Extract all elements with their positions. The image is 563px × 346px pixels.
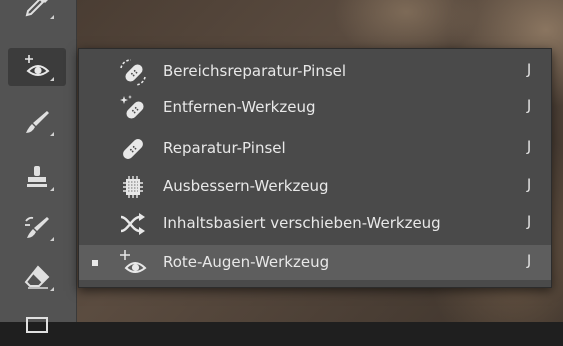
menu-item-remove-tool[interactable]: Entfernen-Werkzeug J <box>79 90 551 125</box>
remove-tool-icon <box>117 93 149 123</box>
brush-icon <box>26 111 49 133</box>
tool-stamp[interactable] <box>8 158 66 196</box>
menu-item-label: Inhaltsbasiert verschieben-Werkzeug <box>163 214 441 232</box>
eyedropper-icon <box>25 0 48 17</box>
tool-eyedropper[interactable] <box>8 0 66 24</box>
menu-item-red-eye-tool[interactable]: Rote-Augen-Werkzeug J <box>79 245 551 280</box>
gradient-icon <box>26 317 48 333</box>
selected-bullet-icon <box>92 260 98 266</box>
menu-item-healing-brush[interactable]: Reparatur-Pinsel J <box>79 131 551 166</box>
patch-tool-icon <box>117 172 149 202</box>
spot-healing-brush-icon <box>117 57 149 87</box>
menu-item-label: Bereichsreparatur-Pinsel <box>163 62 347 80</box>
menu-item-shortcut: J <box>527 214 532 230</box>
menu-item-label: Reparatur-Pinsel <box>163 139 286 157</box>
content-aware-move-icon <box>117 209 149 239</box>
red-eye-tool-icon <box>117 248 149 278</box>
menu-item-spot-healing-brush[interactable]: Bereichsreparatur-Pinsel J <box>79 54 551 89</box>
stamp-icon <box>27 166 47 187</box>
tool-red-eye[interactable] <box>8 48 66 86</box>
menu-item-patch-tool[interactable]: Ausbessern-Werkzeug J <box>79 169 551 204</box>
tool-brush[interactable] <box>8 103 66 141</box>
menu-item-label: Entfernen-Werkzeug <box>163 98 316 116</box>
menu-item-shortcut: J <box>527 98 532 114</box>
menu-item-shortcut: J <box>527 139 532 155</box>
menu-item-label: Rote-Augen-Werkzeug <box>163 253 330 271</box>
toolbar <box>0 0 77 333</box>
menu-item-shortcut: J <box>527 253 532 269</box>
menu-item-content-aware-move[interactable]: Inhaltsbasiert verschieben-Werkzeug J <box>79 206 551 241</box>
tool-flyout-menu: Bereichsreparatur-Pinsel J Entfernen-Wer… <box>78 48 552 288</box>
eraser-icon <box>24 265 50 289</box>
red-eye-tool-icon <box>25 55 50 76</box>
tool-gradient[interactable] <box>8 308 66 346</box>
menu-item-shortcut: J <box>527 62 532 78</box>
history-brush-icon <box>25 216 49 238</box>
menu-item-shortcut: J <box>527 177 532 193</box>
tool-history-brush[interactable] <box>8 208 66 246</box>
menu-item-label: Ausbessern-Werkzeug <box>163 177 329 195</box>
tool-eraser[interactable] <box>8 258 66 296</box>
healing-brush-icon <box>117 134 149 164</box>
